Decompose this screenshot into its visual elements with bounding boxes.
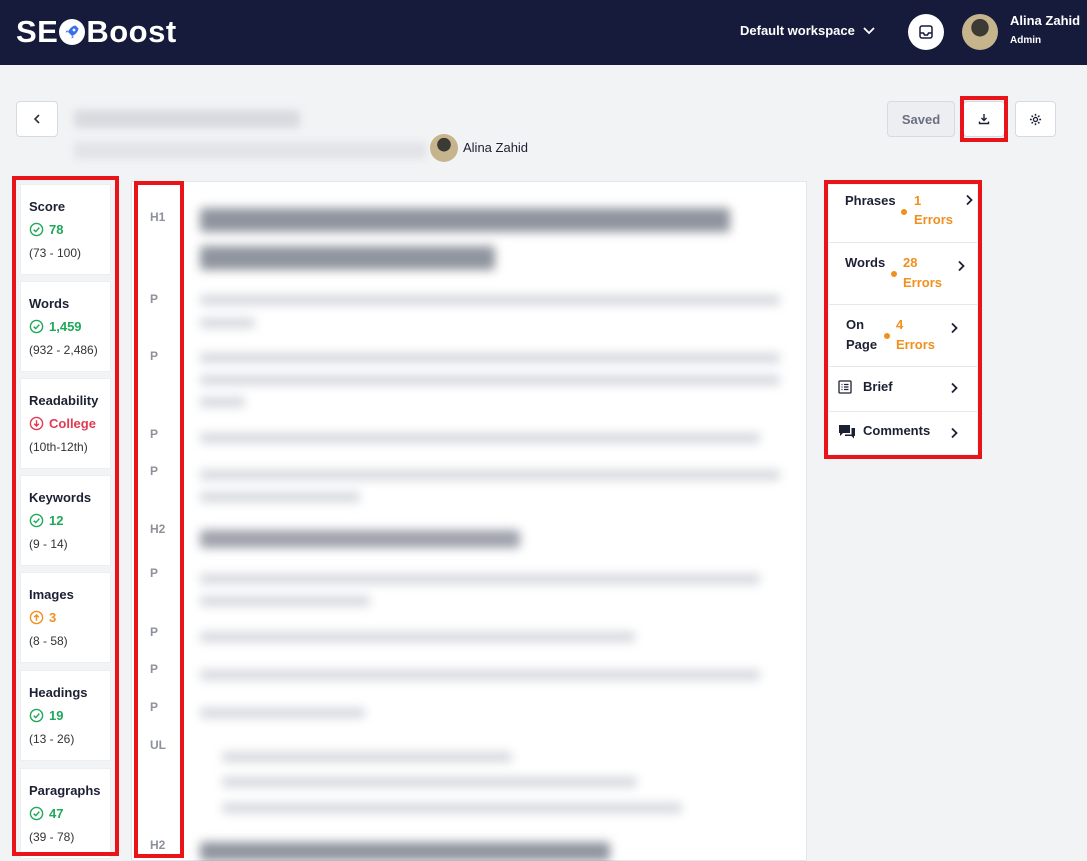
blurred-paragraph xyxy=(200,433,760,443)
blurred-paragraph xyxy=(200,375,780,385)
blurred-paragraph xyxy=(200,470,780,480)
logo[interactable]: SE Boost xyxy=(16,14,177,50)
highlight-tags xyxy=(134,181,184,858)
logo-text-left: SE xyxy=(16,14,59,49)
blurred-paragraph xyxy=(200,574,760,584)
blurred-subheading xyxy=(200,530,520,548)
top-navbar: SE Boost Default workspace Alina Zahid A… xyxy=(0,0,1087,65)
user-name[interactable]: Alina Zahid xyxy=(1010,13,1080,28)
blurred-paragraph xyxy=(200,670,760,680)
user-role: Admin xyxy=(1010,35,1042,46)
user-avatar[interactable] xyxy=(962,14,998,50)
highlight-metrics xyxy=(12,176,119,856)
blurred-paragraph xyxy=(200,708,365,718)
inbox-icon xyxy=(919,25,933,39)
blurred-subheading xyxy=(200,842,610,861)
blurred-heading xyxy=(200,208,730,232)
blurred-paragraph xyxy=(200,596,370,606)
chevron-down-icon xyxy=(863,26,875,34)
settings-button[interactable] xyxy=(1015,101,1056,137)
workspace-label: Default workspace xyxy=(740,23,855,38)
back-button[interactable] xyxy=(16,101,58,137)
blurred-paragraph xyxy=(200,492,360,502)
logo-text-right: Boost xyxy=(86,14,177,49)
blurred-paragraph xyxy=(200,318,255,328)
chevron-left-icon xyxy=(33,114,40,124)
author-avatar xyxy=(430,134,458,162)
blurred-list-item xyxy=(222,803,682,813)
blurred-paragraph xyxy=(200,397,245,407)
blurred-list-item xyxy=(222,752,512,762)
highlight-download xyxy=(960,96,1008,142)
blurred-heading xyxy=(200,246,495,270)
highlight-analysis-panel xyxy=(824,180,982,459)
gear-icon xyxy=(1029,113,1042,125)
author-name: Alina Zahid xyxy=(463,140,529,155)
workspace-dropdown[interactable]: Default workspace xyxy=(740,23,875,38)
inbox-button[interactable] xyxy=(908,14,944,50)
blurred-paragraph xyxy=(200,295,780,305)
saved-button[interactable]: Saved xyxy=(887,101,955,137)
blurred-paragraph xyxy=(200,353,780,363)
blurred-list-item xyxy=(222,777,637,787)
rocket-icon xyxy=(59,19,86,45)
blurred-paragraph xyxy=(200,632,635,642)
document-subtitle-blurred xyxy=(74,142,426,159)
document-title-blurred xyxy=(74,110,300,128)
